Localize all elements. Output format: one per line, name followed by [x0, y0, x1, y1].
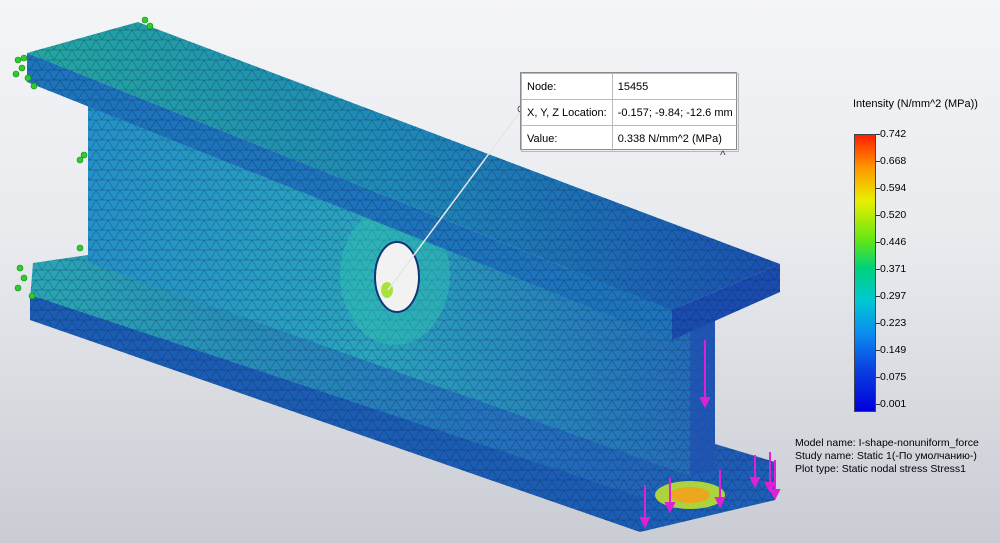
study-name: Study name: Static 1(-По умолчанию-): [795, 450, 977, 462]
legend-tick: 0.149: [875, 344, 907, 356]
legend-tick: 0.075: [875, 371, 907, 383]
legend-tick: 0.223: [875, 317, 907, 329]
node-label: Node:: [521, 73, 613, 100]
legend-tick: 0.742: [875, 128, 907, 140]
legend-tick: 0.297: [875, 290, 907, 302]
legend-ticks: 0.742 0.668 0.594 0.520 0.446 0.371 0.29…: [875, 128, 940, 418]
legend-tick: 0.446: [875, 236, 907, 248]
plot-type: Plot type: Static nodal stress Stress1: [795, 463, 966, 475]
legend-tick: 0.001: [875, 398, 907, 410]
probe-tooltip: Node: 15455 X, Y, Z Location: -0.157; -9…: [520, 72, 739, 152]
legend-tick: 0.520: [875, 209, 907, 221]
value-label: Value:: [521, 125, 613, 152]
model-name: Model name: I-shape-nonuniform_force: [795, 437, 979, 449]
location-label: X, Y, Z Location:: [521, 99, 613, 126]
legend-tick: 0.668: [875, 155, 907, 167]
legend-tick: 0.594: [875, 182, 907, 194]
study-info: Model name: I-shape-nonuniform_force Stu…: [795, 437, 979, 476]
color-scale-bar: [854, 134, 876, 412]
collapse-chevron-icon[interactable]: ^: [720, 148, 726, 162]
legend-title: Intensity (N/mm^2 (MPa)): [853, 98, 978, 110]
node-value: 15455: [611, 73, 739, 100]
legend-tick: 0.371: [875, 263, 907, 275]
location-value: -0.157; -9.84; -12.6 mm: [611, 99, 739, 126]
